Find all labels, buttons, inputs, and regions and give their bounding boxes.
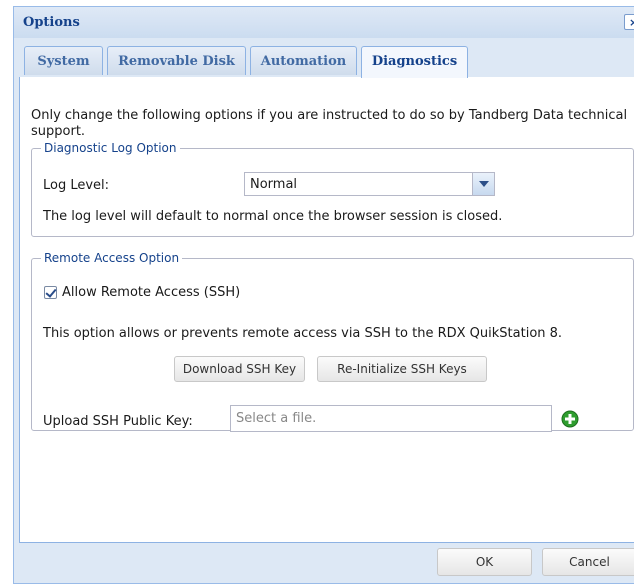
remote-access-fieldset: Remote Access Option Allow Remote Access… (31, 251, 634, 432)
upload-ssh-key-label: Upload SSH Public Key: (43, 414, 193, 429)
allow-remote-access-checkbox[interactable] (44, 286, 57, 299)
diagnostic-log-fieldset: Diagnostic Log Option Log Level: Normal … (31, 141, 634, 237)
allow-remote-access-label[interactable]: Allow Remote Access (SSH) (62, 285, 240, 300)
options-window: Options × System Removable Disk Automati… (13, 6, 634, 584)
log-level-value: Normal (250, 177, 298, 192)
tab-bar: System Removable Disk Automation Diagnos… (19, 46, 634, 78)
download-ssh-key-button[interactable]: Download SSH Key (174, 356, 305, 382)
log-level-label: Log Level: (43, 178, 110, 193)
tab-automation[interactable]: Automation (250, 46, 357, 75)
remote-access-legend: Remote Access Option (44, 251, 180, 265)
remote-access-note: This option allows or prevents remote ac… (43, 326, 563, 341)
chevron-down-icon[interactable] (472, 173, 494, 195)
close-icon[interactable]: × (624, 14, 634, 30)
upload-ssh-key-input[interactable] (230, 405, 552, 432)
tab-removable-disk[interactable]: Removable Disk (107, 46, 246, 75)
diagnostics-panel: Only change the following options if you… (19, 77, 634, 543)
intro-text: Only change the following options if you… (31, 108, 628, 139)
window-title: Options (23, 15, 80, 30)
add-plus-icon[interactable] (561, 410, 579, 428)
log-level-note: The log level will default to normal onc… (43, 209, 503, 224)
window-footer: OK Cancel (14, 543, 634, 583)
reinitialize-ssh-keys-button[interactable]: Re-Initialize SSH Keys (317, 356, 487, 382)
cancel-button[interactable]: Cancel (542, 548, 634, 576)
window-titlebar[interactable]: Options × (14, 7, 634, 38)
log-level-select[interactable]: Normal (244, 172, 495, 196)
tab-system[interactable]: System (24, 46, 103, 75)
diagnostic-log-legend: Diagnostic Log Option (44, 141, 177, 155)
ok-button[interactable]: OK (437, 548, 532, 576)
tab-diagnostics[interactable]: Diagnostics (361, 46, 468, 78)
